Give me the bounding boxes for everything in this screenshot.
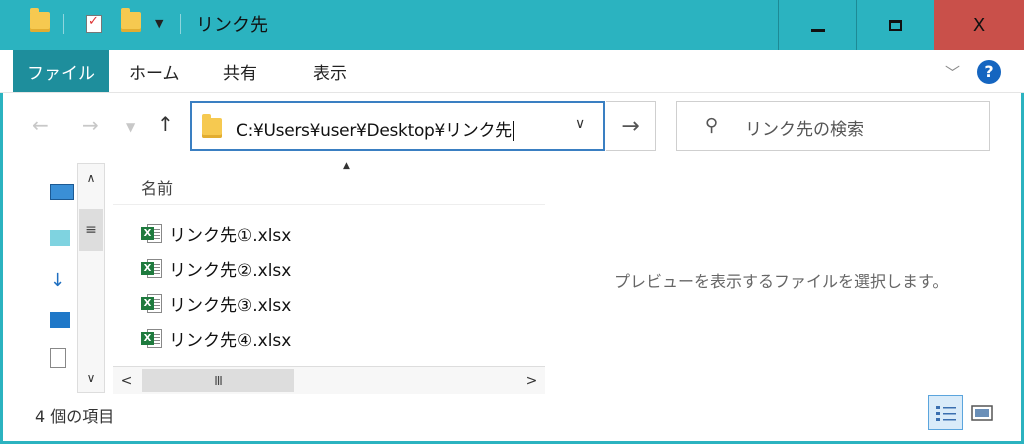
folder-icon bbox=[202, 114, 222, 138]
list-item[interactable]: X リンク先④.xlsx bbox=[141, 322, 291, 354]
close-icon: X bbox=[972, 14, 986, 36]
scroll-left-chevron-icon[interactable]: < bbox=[113, 367, 140, 394]
search-box[interactable]: ⚲ リンク先の検索 bbox=[676, 101, 990, 151]
file-list: ▲ 名前 X リンク先①.xlsx X リンク先②.xlsx X リンク先③.x… bbox=[113, 161, 545, 393]
preview-pane-message: プレビューを表示するファイルを選択します。 bbox=[614, 272, 949, 291]
minimize-icon bbox=[810, 28, 825, 32]
expand-ribbon-chevron-icon[interactable]: ﹀ bbox=[945, 62, 960, 83]
excel-file-icon: X bbox=[141, 257, 163, 279]
divider bbox=[113, 204, 545, 205]
maximize-button[interactable] bbox=[856, 0, 934, 50]
ribbon: ファイル ホーム 共有 表示 bbox=[0, 50, 1024, 93]
search-input[interactable]: リンク先の検索 bbox=[745, 115, 864, 140]
address-history-chevron-icon[interactable]: ∨ bbox=[575, 116, 585, 132]
up-arrow-icon[interactable]: ↑ bbox=[157, 112, 174, 136]
scrollbar-thumb[interactable]: ≡ bbox=[79, 209, 103, 251]
navigation-pane-scrollbar[interactable]: ∧ ≡ ∨ bbox=[77, 163, 105, 393]
pc-icon[interactable] bbox=[50, 184, 74, 200]
maximize-icon bbox=[889, 19, 902, 31]
scroll-down-chevron-icon[interactable]: ∨ bbox=[78, 364, 104, 392]
list-item[interactable]: X リンク先②.xlsx bbox=[141, 252, 291, 284]
scroll-right-chevron-icon[interactable]: > bbox=[518, 367, 545, 394]
file-name: リンク先②.xlsx bbox=[169, 260, 292, 281]
search-icon: ⚲ bbox=[705, 115, 719, 136]
downloads-icon[interactable]: ↓ bbox=[50, 270, 65, 291]
excel-file-icon: X bbox=[141, 327, 163, 349]
divider bbox=[180, 14, 181, 34]
new-folder-icon[interactable] bbox=[121, 8, 141, 38]
file-name: リンク先④.xlsx bbox=[169, 330, 292, 351]
window-title: リンク先 bbox=[196, 15, 268, 36]
tab-file[interactable]: ファイル bbox=[13, 50, 109, 92]
go-arrow-icon: → bbox=[621, 113, 640, 139]
excel-file-icon: X bbox=[141, 292, 163, 314]
back-arrow-icon[interactable]: ← bbox=[32, 113, 49, 137]
large-icons-view-icon bbox=[971, 405, 993, 421]
tab-share[interactable]: 共有 bbox=[223, 50, 257, 92]
recent-locations-chevron-icon[interactable]: ▼ bbox=[126, 120, 135, 134]
text-caret bbox=[512, 121, 514, 141]
folder-icon bbox=[30, 8, 50, 38]
details-view-icon bbox=[935, 405, 956, 421]
title-bar: ▼ リンク先 X bbox=[0, 0, 1024, 50]
desktop-icon[interactable] bbox=[50, 312, 70, 328]
customize-toolbar-icon[interactable]: ▼ bbox=[155, 17, 163, 43]
3d-objects-icon[interactable] bbox=[50, 230, 70, 246]
tab-view[interactable]: 表示 bbox=[313, 50, 347, 92]
properties-icon[interactable] bbox=[86, 14, 102, 41]
help-icon[interactable]: ? bbox=[977, 60, 1001, 84]
file-name: リンク先①.xlsx bbox=[169, 225, 292, 246]
file-list-horizontal-scrollbar[interactable]: < III > bbox=[113, 366, 545, 394]
sort-ascending-icon: ▲ bbox=[343, 161, 350, 171]
minimize-button[interactable] bbox=[778, 0, 856, 50]
address-bar[interactable]: C:¥Users¥user¥Desktop¥リンク先 ∨ bbox=[190, 101, 605, 151]
details-view-button[interactable] bbox=[928, 395, 963, 430]
scroll-up-chevron-icon[interactable]: ∧ bbox=[78, 164, 104, 192]
go-arrow-button[interactable]: → bbox=[606, 101, 656, 151]
list-item[interactable]: X リンク先③.xlsx bbox=[141, 287, 291, 319]
status-item-count: 4 個の項目 bbox=[35, 407, 115, 426]
tab-home[interactable]: ホーム bbox=[129, 50, 180, 92]
address-input[interactable]: C:¥Users¥user¥Desktop¥リンク先 bbox=[236, 121, 512, 141]
close-button[interactable]: X bbox=[934, 0, 1024, 50]
list-item[interactable]: X リンク先①.xlsx bbox=[141, 217, 291, 249]
large-icons-view-button[interactable] bbox=[968, 399, 996, 427]
column-header-name[interactable]: 名前 bbox=[141, 175, 173, 199]
scrollbar-thumb[interactable]: III bbox=[142, 369, 294, 392]
documents-icon[interactable] bbox=[50, 348, 66, 368]
file-name: リンク先③.xlsx bbox=[169, 295, 292, 316]
forward-arrow-icon[interactable]: → bbox=[82, 113, 99, 137]
divider bbox=[63, 14, 64, 34]
excel-file-icon: X bbox=[141, 222, 163, 244]
